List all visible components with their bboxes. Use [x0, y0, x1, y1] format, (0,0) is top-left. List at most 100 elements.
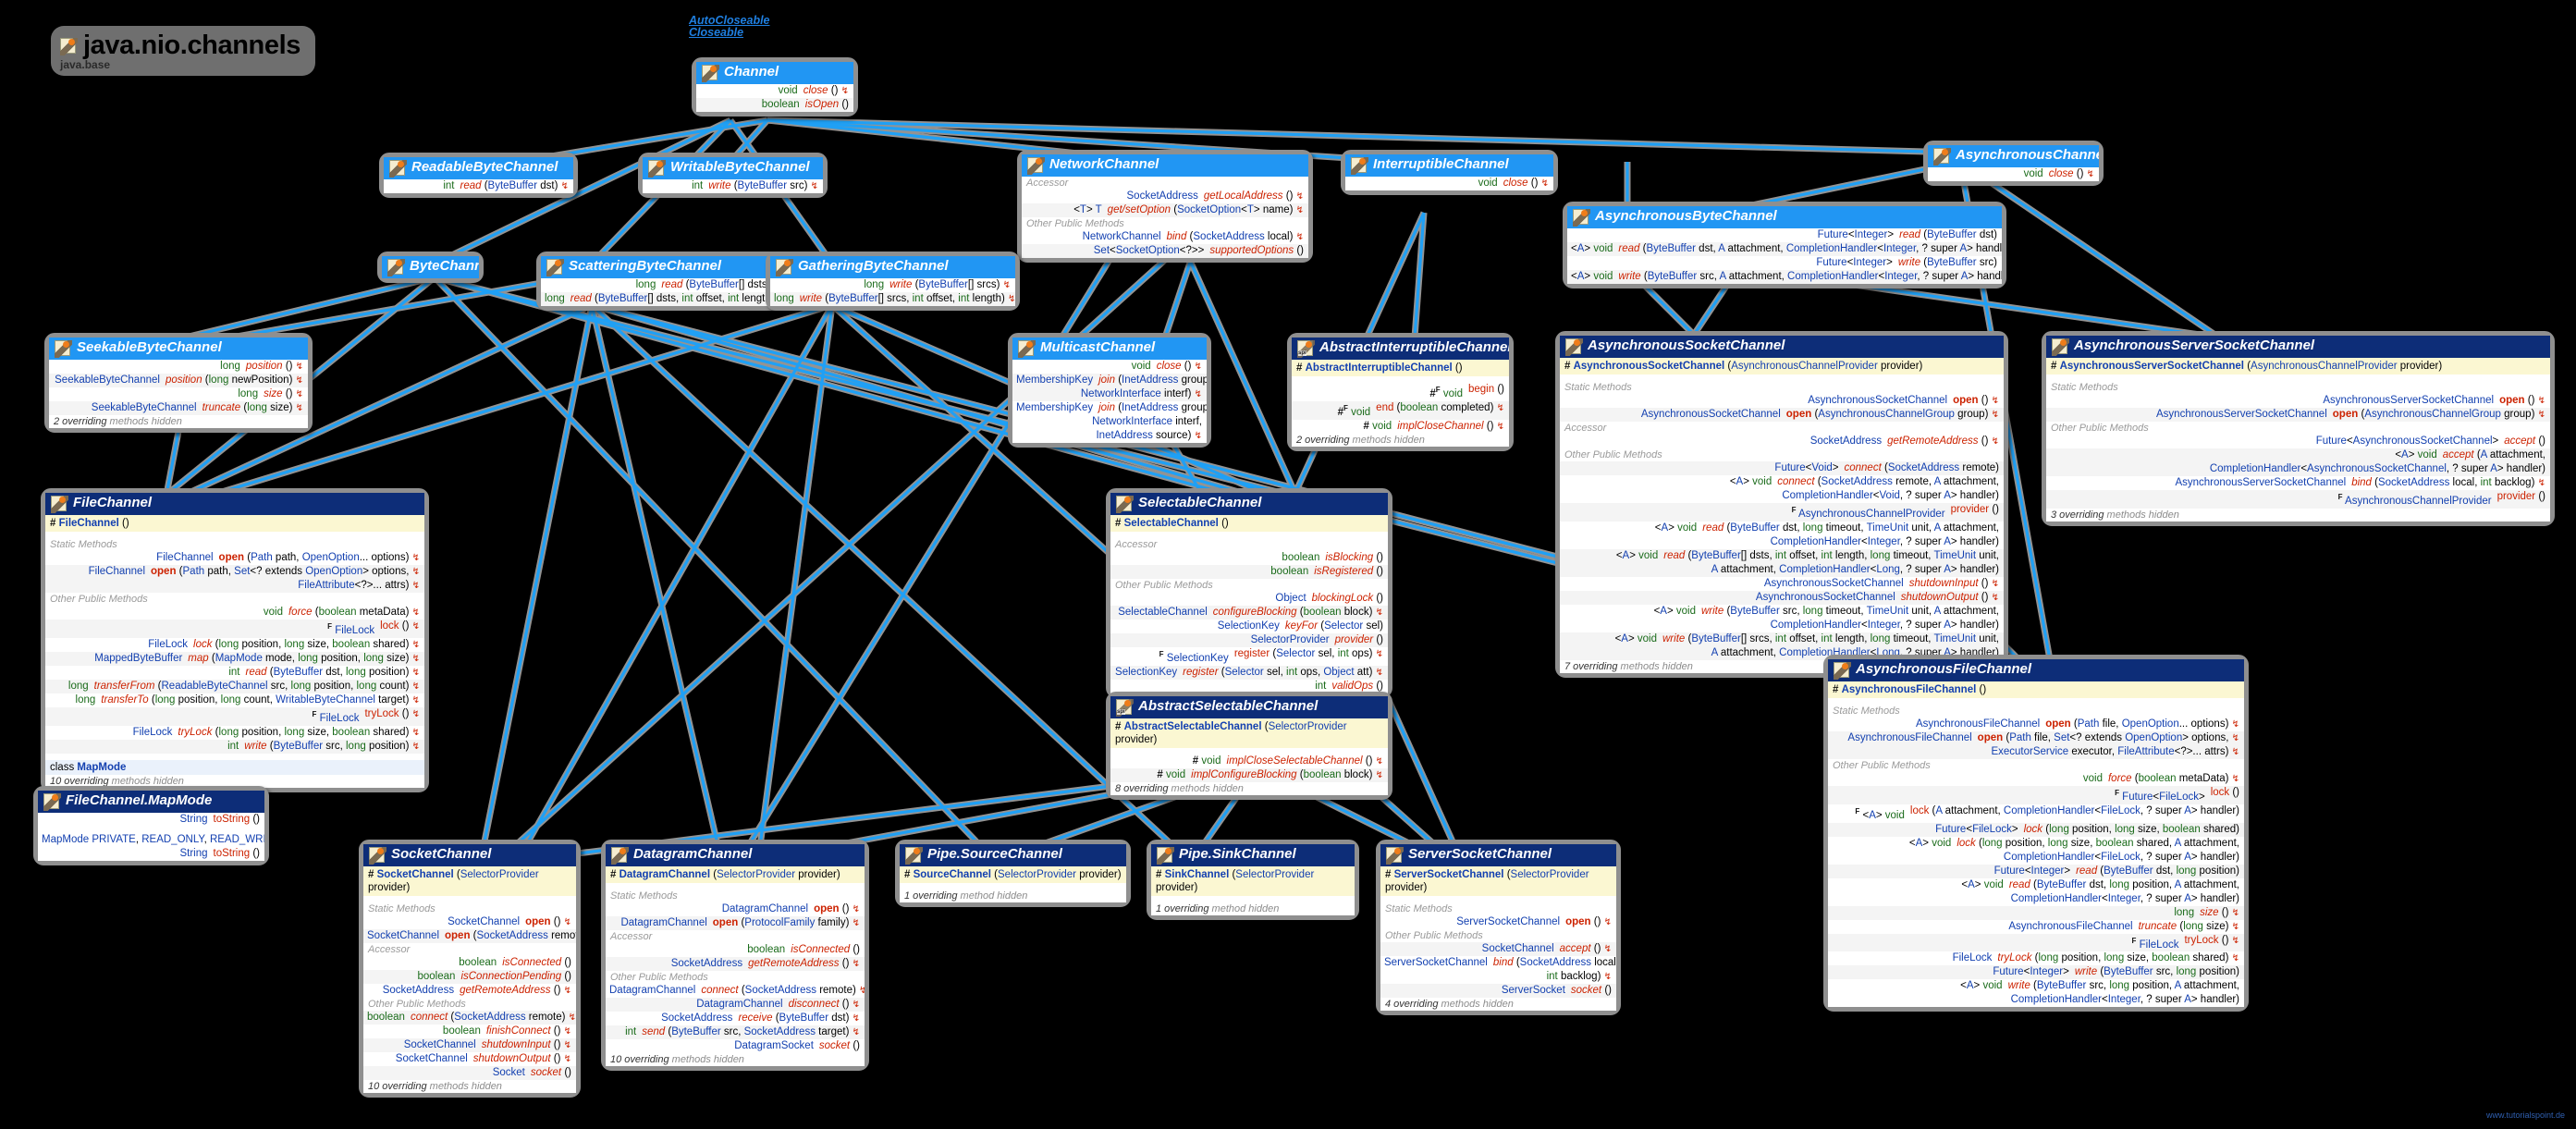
member-row: boolean isOpen () — [696, 98, 853, 112]
nested-class-row[interactable]: class MapMode — [45, 759, 424, 775]
member-row: # void implCloseChannel () ↯ — [1363, 420, 1505, 432]
class-name: ReadableByteChannel — [411, 159, 558, 176]
member-row: FileChannel open (Path path, OpenOption..… — [156, 552, 420, 563]
section-label: Other Public Methods — [1828, 759, 2244, 772]
member-row: SelectorProvider provider () — [1110, 633, 1388, 647]
class-name: SeekableByteChannel — [77, 339, 222, 356]
member-row: boolean isBlocking () — [1282, 552, 1383, 563]
class-box-selectableChannel[interactable]: SelectableChannel # SelectableChannel () A… — [1106, 488, 1392, 698]
class-box-networkChannel[interactable]: NetworkChannel Accessor SocketAddress getL… — [1017, 150, 1313, 263]
class-box-header: SelectableChannel — [1110, 493, 1388, 515]
member-row: int write (ByteBuffer src, long position)… — [45, 739, 424, 754]
class-box-byteChannel[interactable]: ByteChannel — [377, 252, 484, 283]
class-name: AbstractInterruptibleChannel — [1319, 339, 1509, 356]
member-row: F FileLock tryLock () ↯ — [45, 706, 424, 726]
member-row: long transferFrom (ReadableByteChannel sr… — [45, 679, 424, 693]
class-box-asynchronousServerSocketChannel[interactable]: AsynchronousServerSocketChannel # Asynchr… — [2042, 331, 2555, 526]
member-row: DatagramSocket socket () — [734, 1040, 860, 1051]
member-row: <A> void accept (A attachment, — [2046, 448, 2550, 462]
section-label: Other Public Methods — [363, 998, 576, 1011]
member-row: Future<Integer> write (ByteBuffer src) — [1816, 257, 1997, 268]
class-box-asynchronousFileChannel[interactable]: AsynchronousFileChannel # AsynchronousFil… — [1823, 655, 2249, 1012]
section-label: Accessor — [1560, 422, 2004, 435]
class-box-gatheringByteChannel[interactable]: GatheringByteChannel long write (ByteBuff… — [766, 252, 1020, 311]
class-box-pipeSinkChannel[interactable]: Pipe.SinkChannel # SinkChannel (SelectorP… — [1147, 840, 1359, 920]
class-box-fileChannelMapMode[interactable]: FileChannel.MapMode String toString () MapM… — [33, 786, 269, 865]
member-row: long position () ↯ — [220, 361, 303, 372]
section-label: Static Methods — [2046, 381, 2550, 394]
class-icon — [1116, 496, 1134, 513]
member-row: ServerSocketChannel open () ↯ — [1456, 916, 1612, 927]
member-row: <A> void read (ByteBuffer dst, long posit… — [1961, 878, 2239, 890]
class-box-asynchronousByteChannel[interactable]: AsynchronousByteChannel Future<Integer> r… — [1563, 202, 2006, 288]
class-box-seekableByteChannel[interactable]: SeekableByteChannel long position () ↯ Se… — [44, 333, 313, 433]
section-label: Other Public Methods — [1110, 579, 1388, 592]
class-box-header: spi AbstractInterruptibleChannel — [1292, 337, 1509, 360]
class-box-multicastChannel[interactable]: MulticastChannel void close () ↯ Membersh… — [1008, 333, 1211, 448]
package-title: java.nio.channels — [83, 31, 301, 60]
class-name: AsynchronousChannel — [1956, 147, 2099, 164]
member-row: <A> void read (ByteBuffer dst, A attachme… — [1567, 242, 2002, 256]
class-icon — [1027, 157, 1045, 175]
class-name: NetworkChannel — [1049, 156, 1159, 173]
member-row: boolean isRegistered () — [1110, 565, 1388, 579]
member-row: F FileLock lock () ↯ — [45, 620, 424, 638]
member-row: SelectionKey register (Selector sel, int … — [1110, 665, 1388, 680]
constructor-row: # AsynchronousServerSocketChannel (Async… — [2046, 358, 2550, 374]
member-row: <A> void write (ByteBuffer[] srcs, int of… — [1560, 632, 2004, 646]
class-box-interruptibleChannel[interactable]: InterruptibleChannel void close () ↯ — [1341, 150, 1558, 195]
class-icon — [1386, 847, 1404, 865]
field-row: String toString () — [179, 814, 260, 825]
section-label: Other Public Methods — [1560, 448, 2004, 461]
class-box-writableByteChannel[interactable]: WritableByteChannel int write (ByteBuffer… — [638, 153, 828, 198]
class-icon — [905, 847, 923, 865]
class-box-asynchronousSocketChannel[interactable]: AsynchronousSocketChannel # AsynchronousS… — [1555, 331, 2008, 678]
member-row: F Future<FileLock> lock () — [1828, 786, 2244, 804]
class-box-asynchronousChannel[interactable]: AsynchronousChannel void close () ↯ — [1923, 141, 2104, 186]
class-box-header: Pipe.SinkChannel — [1151, 844, 1355, 866]
class-icon — [702, 65, 719, 82]
member-row: long read (ByteBuffer[] dsts, int offset,… — [541, 292, 786, 306]
section-label: Accessor — [1110, 538, 1388, 551]
member-row: F FileLock tryLock () ↯ — [1828, 933, 2244, 952]
class-name: SocketChannel — [391, 846, 492, 863]
member-row: Future<Integer> read (ByteBuffer dst) — [1817, 229, 1997, 240]
class-box-readableByteChannel[interactable]: ReadableByteChannel int read (ByteBuffer … — [379, 153, 578, 198]
member-row: MembershipKeyjoin (InetAddress group, ↯ — [1016, 402, 1207, 413]
class-box-socketChannel[interactable]: SocketChannel # SocketChannel (SelectorPr… — [359, 840, 581, 1098]
class-box-serverSocketChannel[interactable]: ServerSocketChannel # ServerSocketChannel… — [1376, 840, 1621, 1015]
class-icon — [611, 847, 629, 865]
member-row: <A> void write (ByteBuffer src, long posi… — [1960, 980, 2239, 992]
member-row: # void implCloseSelectableChannel () ↯ — [1192, 755, 1383, 767]
class-box-header: Pipe.SourceChannel — [900, 844, 1126, 866]
member-row: <A> void write (ByteBuffer src, A attachm… — [1567, 270, 2002, 284]
class-box-abstractSelectableChannel[interactable]: spi AbstractSelectableChannel # AbstractSe… — [1106, 692, 1392, 800]
member-row: AsynchronousFileChannel open (Path file, … — [1915, 718, 2239, 730]
class-icon — [1351, 157, 1368, 175]
constructor-row: # SelectableChannel () — [1110, 515, 1388, 532]
class-icon — [1834, 662, 1851, 680]
hidden-methods-note: 10 overriding methods hidden — [606, 1053, 865, 1066]
section-label: Accessor — [606, 930, 865, 943]
class-box-abstractInterruptibleChannel[interactable]: spi AbstractInterruptibleChannel # Abstrac… — [1287, 333, 1514, 451]
class-box-fileChannel[interactable]: FileChannel # FileChannel () Static Method… — [41, 488, 429, 792]
member-row-continued: x CompletionHandler<Integer, ? super A> … — [2010, 892, 2239, 904]
class-name: AsynchronousServerSocketChannel — [2074, 337, 2315, 354]
watermark: www.tutorialspoint.de — [2485, 1111, 2565, 1120]
member-row: boolean isConnected () — [747, 944, 860, 955]
class-name: ByteChannel — [410, 258, 479, 275]
constructor-row: # AbstractInterruptibleChannel () — [1292, 360, 1509, 376]
member-row: AsynchronousSocketChannel open () ↯ — [1808, 395, 1999, 406]
section-label: Static Methods — [606, 890, 865, 902]
member-row: void force (boolean metaData) ↯ — [263, 607, 420, 618]
member-row: SelectableChannel configureBlocking (bool… — [1110, 606, 1388, 620]
class-box-channel[interactable]: Channel void close () ↯ boolean isOpen () — [692, 57, 858, 117]
class-box-scatteringByteChannel[interactable]: ScatteringByteChannel long read (ByteBuff… — [536, 252, 791, 311]
class-box-pipeSourceChannel[interactable]: Pipe.SourceChannel # SourceChannel (Selec… — [895, 840, 1131, 907]
class-box-header: SeekableByteChannel — [49, 337, 308, 360]
class-box-header: AsynchronousFileChannel — [1828, 659, 2244, 681]
class-name: FileChannel.MapMode — [66, 792, 213, 809]
member-row: SelectionKey keyFor (Selector sel) — [1217, 620, 1383, 632]
class-box-datagramChannel[interactable]: DatagramChannel # DatagramChannel (Select… — [601, 840, 869, 1071]
member-row: AsynchronousSocketChannel shutdownInput (… — [1763, 577, 1999, 589]
